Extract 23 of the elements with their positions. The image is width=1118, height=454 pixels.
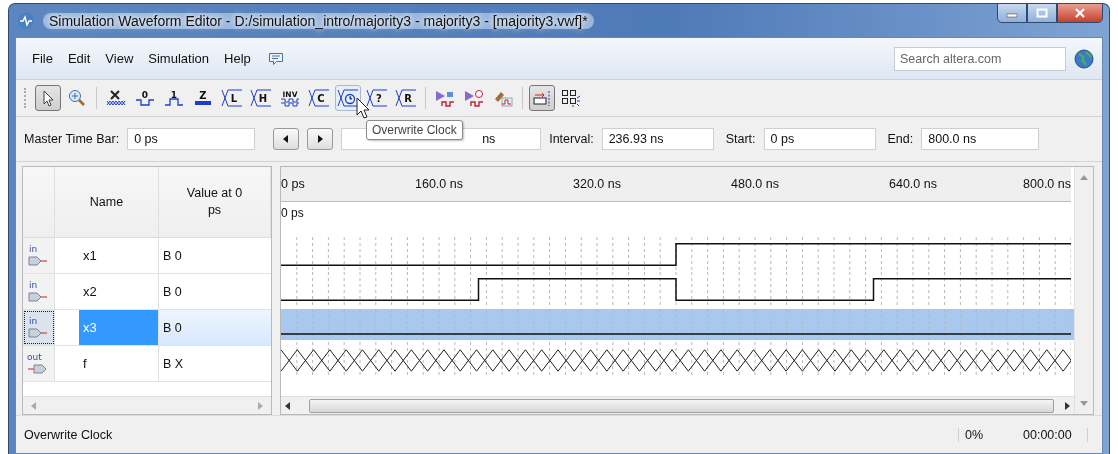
signal-value: B 0: [162, 247, 183, 265]
signal-direction-icon: in: [23, 274, 55, 309]
elapsed-time: 00:00:00: [1017, 427, 1088, 442]
ruler-label: 800.0 ns: [1023, 177, 1071, 191]
signal-value: B 0: [162, 283, 183, 301]
signal-direction-icon: out: [23, 346, 55, 381]
signal-value: B X: [162, 355, 185, 373]
tooltip: Overwrite Clock: [366, 120, 463, 140]
progress-percent: 0%: [958, 427, 1017, 442]
interval-label: Interval:: [549, 132, 594, 146]
status-message: Overwrite Clock: [24, 427, 114, 442]
end-label: End:: [887, 132, 914, 146]
ruler-label: 320.0 ns: [573, 177, 621, 191]
start-label: Start:: [725, 132, 756, 146]
ruler-label: 0 ps: [281, 177, 305, 191]
signal-direction-icon: in: [23, 310, 55, 345]
ruler-label: 640.0 ns: [889, 177, 937, 191]
master-time-bar-label: Master Time Bar:: [24, 132, 120, 146]
time-marker-label: 0 ps: [281, 206, 304, 220]
signal-direction-icon: in: [23, 238, 55, 273]
signal-value: B 0: [159, 310, 271, 345]
ruler-label: 480.0 ns: [731, 177, 779, 191]
ruler-label: 160.0 ns: [415, 177, 463, 191]
